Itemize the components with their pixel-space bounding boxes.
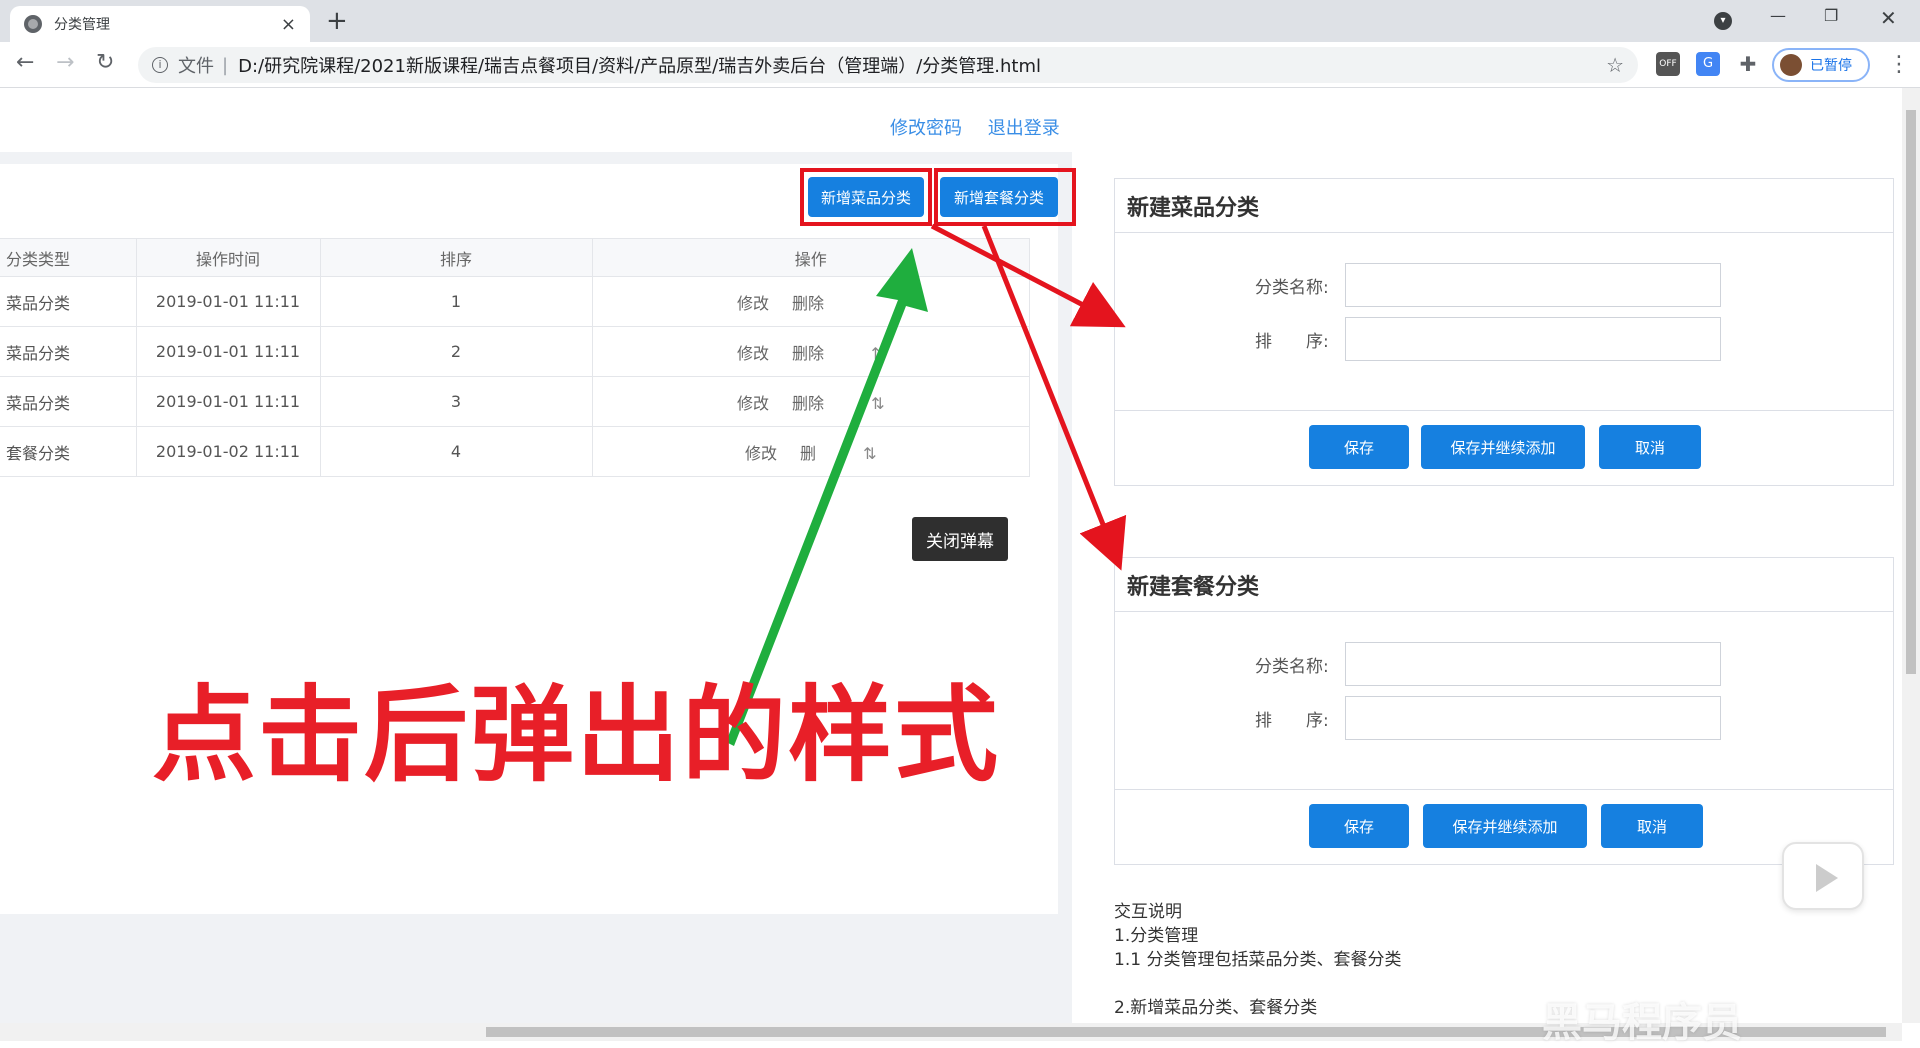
video-play-icon[interactable] (1782, 842, 1864, 910)
red-arrow-to-combo-form (981, 225, 1127, 571)
vertical-scrollbar[interactable] (1902, 88, 1920, 1023)
annotation-arrows (726, 223, 1127, 746)
vscroll-thumb[interactable] (1906, 110, 1916, 674)
watermark: 黑马程序员 (1542, 1000, 1742, 1046)
annotation-text: 点击后弹出的样式 (152, 674, 1001, 796)
red-arrow-to-dish-form (930, 223, 1126, 328)
